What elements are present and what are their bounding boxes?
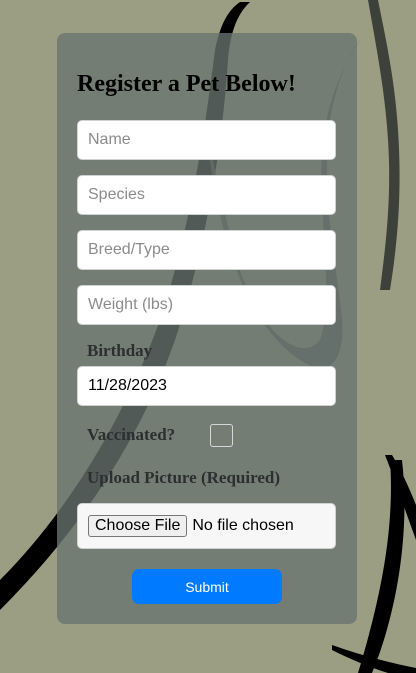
choose-file-button[interactable]: Choose File bbox=[88, 515, 188, 537]
upload-picture-label: Upload Picture (Required) bbox=[87, 468, 280, 487]
species-input[interactable] bbox=[77, 175, 336, 215]
submit-button[interactable]: Submit bbox=[132, 569, 282, 604]
vaccinated-label: Vaccinated? bbox=[87, 425, 176, 444]
form-title: Register a Pet Below! bbox=[77, 71, 296, 97]
birthday-input[interactable] bbox=[77, 366, 336, 406]
vaccinated-checkbox[interactable] bbox=[210, 424, 233, 447]
weight-input[interactable] bbox=[77, 285, 336, 325]
breed-input[interactable] bbox=[77, 230, 336, 270]
name-input[interactable] bbox=[77, 120, 336, 160]
birthday-label: Birthday bbox=[87, 341, 153, 360]
file-upload-field[interactable]: Choose File No file chosen bbox=[77, 503, 336, 549]
pet-registration-form: Register a Pet Below! Birthday Vaccinate… bbox=[57, 33, 357, 624]
no-file-chosen-text: No file chosen bbox=[192, 517, 294, 534]
